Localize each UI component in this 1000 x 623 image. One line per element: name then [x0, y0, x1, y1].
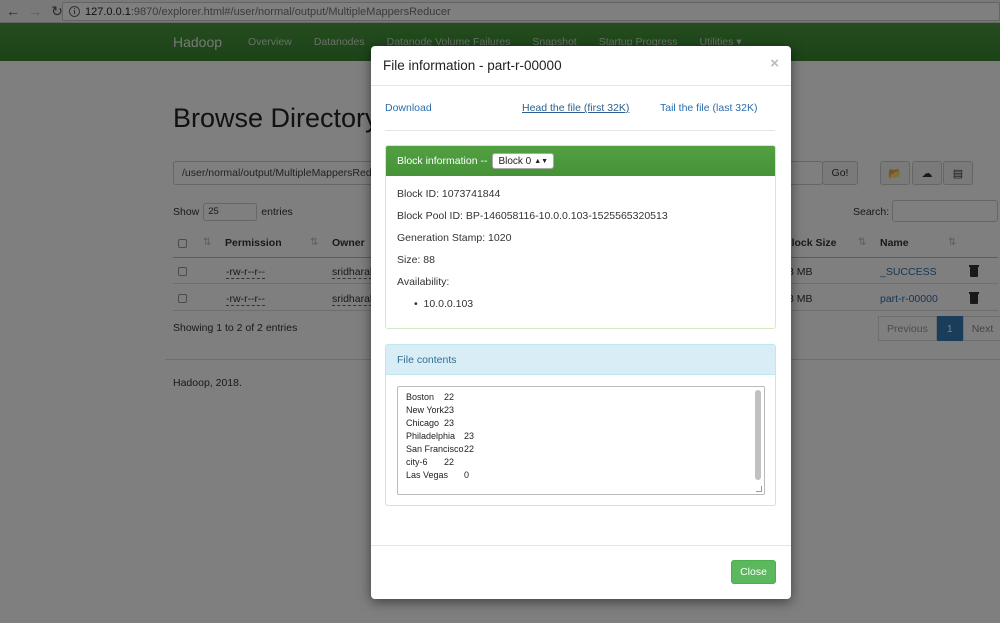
file-contents-panel: File contents Boston 22 New York 23 Chicag…	[385, 344, 776, 506]
file-line: city-6 22	[406, 457, 455, 467]
block-information-label: Block information --	[397, 155, 488, 167]
generation-stamp: Generation Stamp: 1020	[397, 232, 512, 244]
textarea-scrollbar[interactable]	[755, 390, 761, 480]
block-id: Block ID: 1073741844	[397, 188, 501, 200]
tail-file-link[interactable]: Tail the file (last 32K)	[660, 102, 757, 114]
block-pool-id: Block Pool ID: BP-146058116-10.0.0.103-1…	[397, 210, 668, 222]
block-select[interactable]: Block 0 ▲▼	[492, 153, 555, 169]
file-line: New York 23	[406, 405, 455, 415]
availability-node-address: 10.0.0.103	[423, 298, 474, 310]
file-information-dialog: File information - part-r-00000 × Downlo…	[371, 46, 791, 599]
file-contents-textarea[interactable]: Boston 22 New York 23 Chicago 23 Philadelph…	[397, 386, 765, 495]
select-arrows-icon: ▲▼	[534, 157, 549, 165]
modal-title: File information - part-r-00000	[383, 58, 562, 73]
file-line: Philadelphia 23	[406, 431, 475, 441]
file-action-links: Download Head the file (first 32K) Tail …	[385, 102, 775, 116]
modal-divider	[385, 130, 775, 131]
availability-node: • 10.0.0.103	[414, 298, 474, 310]
file-line: Boston 22	[406, 392, 455, 402]
resize-handle-icon[interactable]	[756, 486, 762, 492]
close-button[interactable]: Close	[731, 560, 776, 584]
block-select-value: Block 0	[498, 155, 532, 167]
file-contents-header: File contents	[386, 345, 775, 375]
head-file-link[interactable]: Head the file (first 32K)	[522, 102, 629, 114]
block-information-header: Block information -- Block 0 ▲▼	[386, 146, 775, 176]
block-size: Size: 88	[397, 254, 435, 266]
file-line: Las Vegas 0	[406, 470, 470, 480]
file-line: Chicago 23	[406, 418, 455, 428]
close-icon[interactable]: ×	[770, 55, 779, 72]
availability-label: Availability:	[397, 276, 450, 288]
modal-header: File information - part-r-00000 ×	[371, 46, 791, 86]
block-information-panel: Block information -- Block 0 ▲▼ Block ID…	[385, 145, 776, 329]
file-line: San Francisco 22	[406, 444, 475, 454]
modal-footer-divider	[371, 545, 791, 546]
download-link[interactable]: Download	[385, 102, 432, 114]
